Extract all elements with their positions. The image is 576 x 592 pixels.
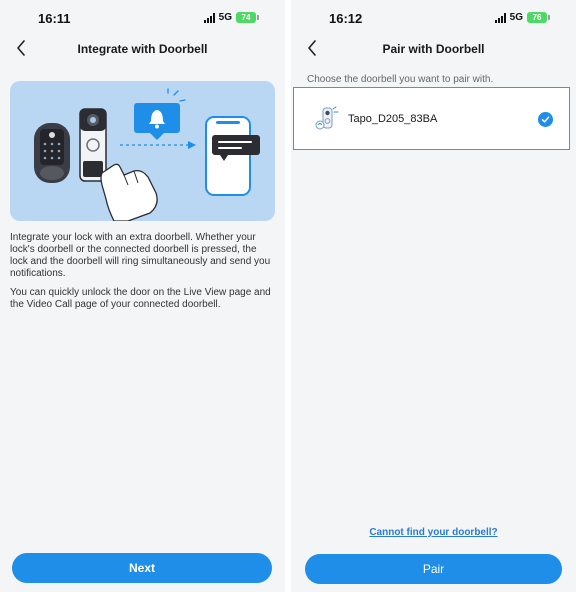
- nav-bar: Pair with Doorbell: [291, 36, 576, 62]
- pair-button[interactable]: Pair: [305, 554, 562, 584]
- bell-notification-icon: [134, 88, 186, 140]
- network-type: 5G: [218, 12, 232, 23]
- status-indicators: 5G 76: [494, 12, 550, 23]
- pair-doorbell-screen: 16:12 5G 76 Pair with Doorbell Choose th…: [291, 0, 576, 592]
- device-list-item[interactable]: Tapo_D205_83BA: [293, 87, 570, 150]
- signal-icon: [203, 12, 215, 23]
- cannot-find-doorbell-link[interactable]: Cannot find your doorbell?: [291, 527, 576, 538]
- battery-icon: 76: [527, 12, 550, 23]
- pair-instruction: Choose the doorbell you want to pair wit…: [307, 74, 494, 85]
- doorbell-icon: [79, 108, 107, 182]
- pointing-hand-icon: [100, 163, 158, 221]
- phone-message-icon: [205, 116, 260, 196]
- next-button[interactable]: Next: [12, 553, 272, 583]
- signal-icon: [494, 12, 506, 23]
- status-bar: 16:11 5G 74: [0, 0, 285, 36]
- selected-check-icon: [538, 112, 553, 127]
- page-title: Pair with Doorbell: [382, 42, 485, 56]
- description-paragraph: You can quickly unlock the door on the L…: [10, 287, 271, 310]
- smart-lock-icon: [34, 123, 70, 183]
- status-indicators: 5G 74: [203, 12, 259, 23]
- doorbell-illustration: [10, 81, 275, 221]
- network-type: 5G: [509, 12, 523, 23]
- battery-level: 74: [236, 12, 256, 23]
- device-name: Tapo_D205_83BA: [348, 113, 438, 125]
- status-time: 16:12: [329, 11, 363, 26]
- doorbell-device-icon: [315, 106, 339, 130]
- nav-bar: Integrate with Doorbell: [0, 36, 285, 62]
- integrate-doorbell-screen: 16:11 5G 74 Integrate with Doorbell Inte…: [0, 0, 285, 592]
- page-title: Integrate with Doorbell: [77, 42, 208, 56]
- status-time: 16:11: [38, 11, 71, 26]
- battery-level: 76: [527, 12, 547, 23]
- description-paragraph: Integrate your lock with an extra doorbe…: [10, 232, 271, 279]
- status-bar: 16:12 5G 76: [291, 0, 576, 36]
- battery-icon: 74: [236, 12, 259, 23]
